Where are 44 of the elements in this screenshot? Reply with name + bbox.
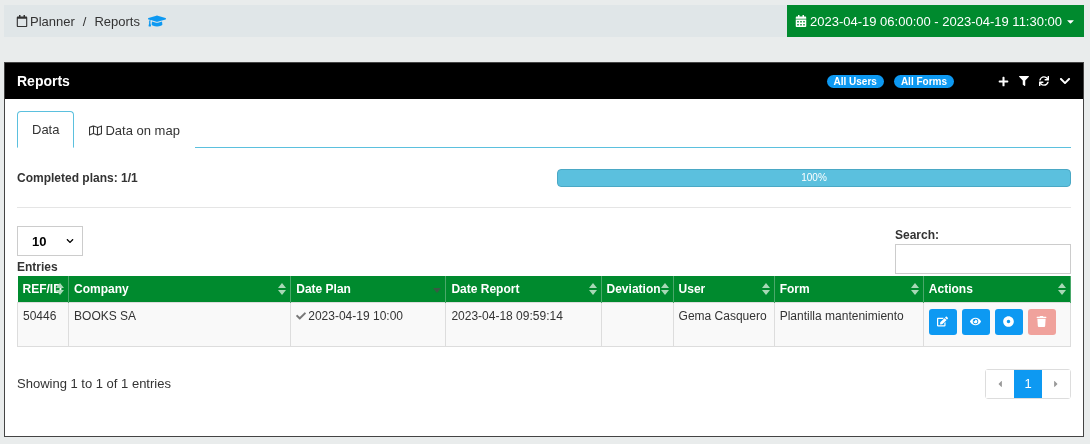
breadcrumb-separator: /: [82, 13, 87, 29]
column-header[interactable]: Date Report: [445, 276, 602, 302]
progress-label: Completed plans: 1/1: [17, 170, 139, 185]
date-range-button[interactable]: 2023-04-19 06:00:00 - 2023-04-19 11:30:00: [787, 5, 1084, 37]
search-field[interactable]: [895, 244, 1071, 274]
page-button[interactable]: 1: [1014, 369, 1042, 398]
calendar-icon: [795, 15, 807, 27]
page-size-select[interactable]: 10: [17, 226, 83, 256]
map-icon: [89, 123, 103, 137]
edit-button[interactable]: [928, 308, 957, 335]
view-button[interactable]: [961, 308, 990, 335]
table-info: Showing 1 to 1 of 1 entries: [17, 376, 171, 391]
column-header[interactable]: Form: [774, 276, 924, 302]
target-icon: [1003, 316, 1015, 327]
column-header[interactable]: Actions: [923, 276, 1071, 302]
filter-badge[interactable]: All Users: [826, 74, 884, 88]
progress-fill: 100%: [557, 168, 1071, 187]
breadcrumb-link[interactable]: Planner: [16, 13, 75, 29]
column-header[interactable]: User: [673, 276, 775, 302]
breadcrumb-link[interactable]: Reports: [94, 13, 140, 29]
view-icon: [970, 316, 982, 327]
filter-badge[interactable]: All Forms: [893, 74, 954, 88]
edit-icon: [937, 316, 949, 327]
column-header[interactable]: Company: [68, 276, 291, 302]
column-header[interactable]: Date Plan: [290, 276, 446, 302]
table-cell: Plantilla mantenimiento: [774, 302, 924, 346]
table-cell: Gema Casquero: [673, 302, 775, 346]
calendar-icon: [16, 15, 28, 27]
refresh-icon[interactable]: [1039, 76, 1049, 86]
tab[interactable]: Data: [17, 111, 75, 148]
filter-icon[interactable]: [1019, 76, 1029, 86]
table-cell: 2023-04-18 09:59:14: [445, 302, 602, 346]
table-cell: 50446: [17, 302, 69, 346]
chevron-down-icon[interactable]: [1059, 75, 1071, 87]
entries-label: Entries: [17, 260, 59, 274]
panel-title: Reports: [17, 73, 71, 89]
add-icon[interactable]: [998, 75, 1009, 87]
target-button[interactable]: [994, 308, 1023, 335]
chevron-down-icon: [66, 237, 74, 245]
column-header[interactable]: Deviation: [601, 276, 674, 302]
table-cell: BOOKS SA: [68, 302, 291, 346]
delete-icon: [1036, 316, 1048, 327]
table-cell: 2023-04-19 10:00: [290, 302, 446, 346]
search-label: Search:: [895, 228, 941, 242]
